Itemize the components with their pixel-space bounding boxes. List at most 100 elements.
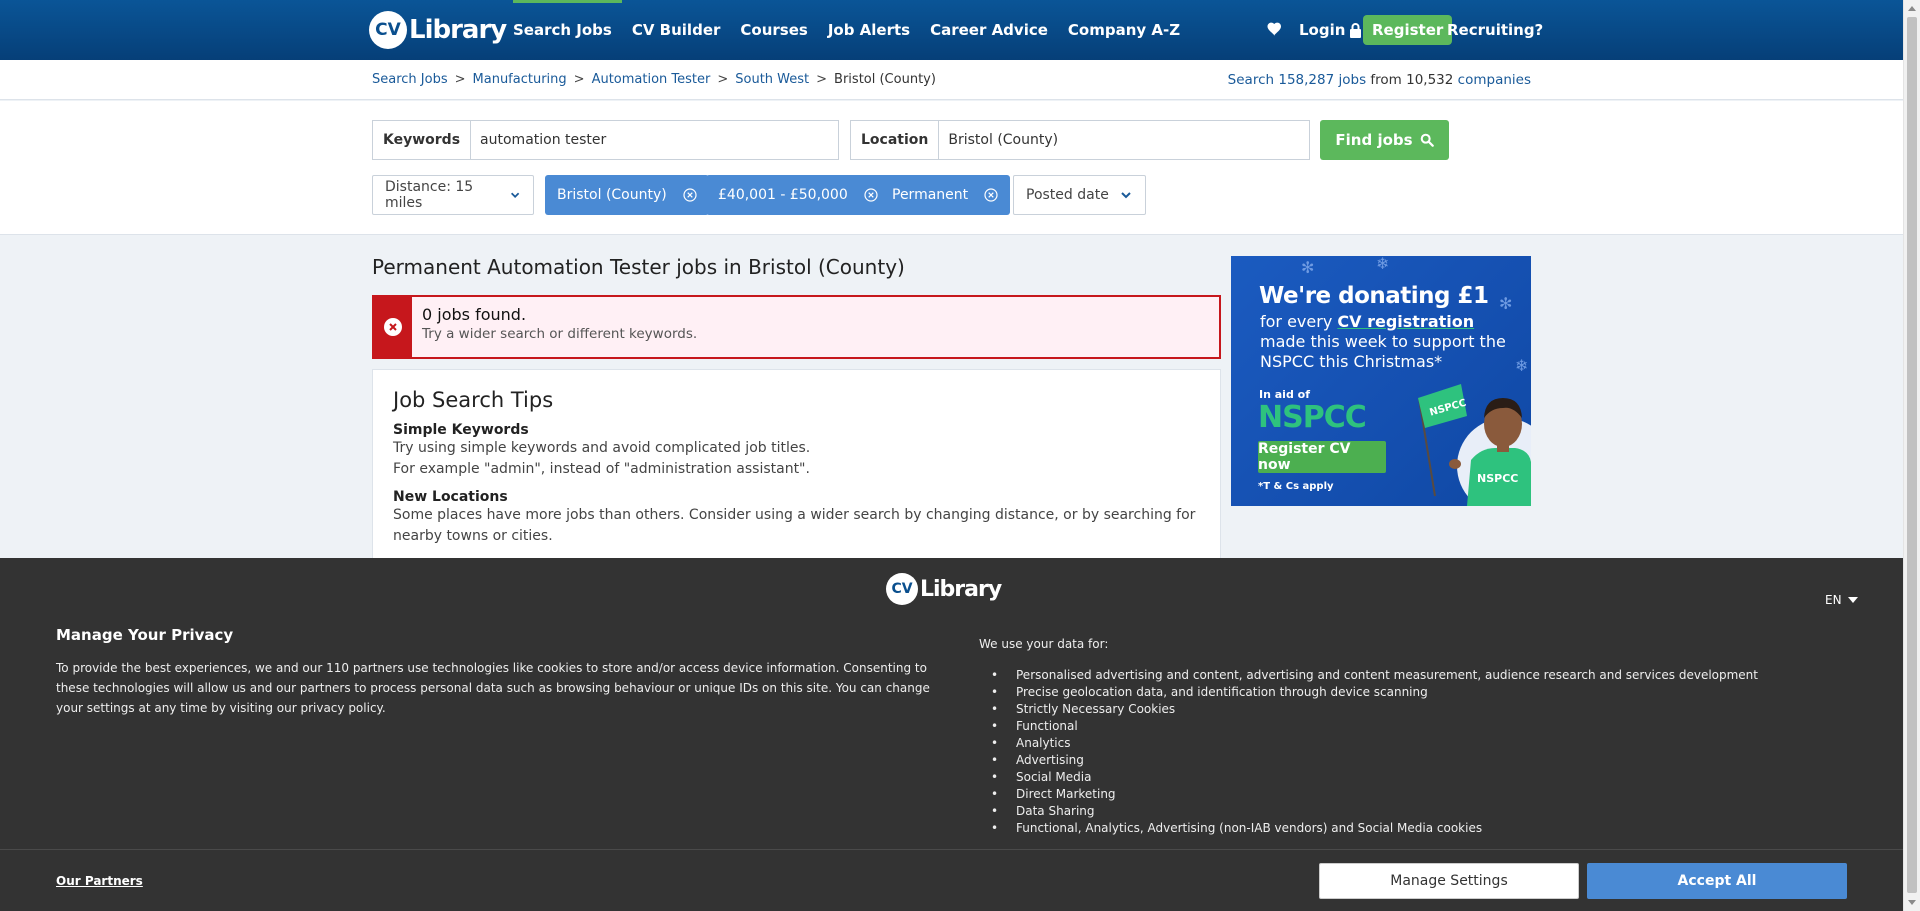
nav-career-advice[interactable]: Career Advice xyxy=(920,0,1058,60)
ad-terms: *T & Cs apply xyxy=(1258,481,1334,492)
recruiting-link[interactable]: Recruiting? xyxy=(1447,0,1543,60)
find-jobs-label: Find jobs xyxy=(1335,131,1413,149)
stats-jobs-label[interactable]: jobs xyxy=(1338,72,1366,88)
ad-copy-start: for every xyxy=(1260,312,1338,331)
tip-heading: Simple Keywords xyxy=(393,422,529,438)
job-search-tips: Job Search Tips Simple Keywords Try usin… xyxy=(372,369,1221,569)
data-use-item: Functional xyxy=(979,718,1758,735)
breadcrumb-separator: > xyxy=(816,72,828,87)
logo-word: Library xyxy=(409,15,507,45)
close-circle-icon[interactable] xyxy=(683,188,697,202)
snowflake-icon: ❄ xyxy=(1376,256,1390,273)
breadcrumb-automation-tester[interactable]: Automation Tester xyxy=(592,60,711,100)
alert-title: 0 jobs found. xyxy=(422,305,527,324)
shirt-text: NSPCC xyxy=(1477,472,1518,485)
breadcrumb: Search Jobs > Manufacturing > Automation… xyxy=(372,60,936,100)
tip-text: Try using simple keywords and avoid comp… xyxy=(393,440,811,456)
site-stats: Search 158,287 jobs from 10,532 companie… xyxy=(1228,60,1531,100)
logo-badge: CV xyxy=(886,573,918,605)
nspcc-advert[interactable]: ✻ ❄ ✻ ❄ We're donating £1 for every CV r… xyxy=(1231,256,1531,506)
cv-library-logo[interactable]: CV Library xyxy=(369,9,507,51)
our-partners-link[interactable]: Our Partners xyxy=(56,874,143,888)
tip-heading: New Locations xyxy=(393,489,508,505)
data-use-item: Social Media xyxy=(979,769,1758,786)
manage-settings-button[interactable]: Manage Settings xyxy=(1319,863,1579,899)
scroll-up-arrow[interactable] xyxy=(1908,6,1916,11)
ad-copy: for every CV registration made this week… xyxy=(1260,312,1510,372)
location-input[interactable] xyxy=(939,121,1309,159)
data-use-item: Precise geolocation data, and identifica… xyxy=(979,684,1758,701)
filter-chip-salary[interactable]: £40,001 - £50,000 xyxy=(706,175,890,215)
filter-chip-job-type[interactable]: Permanent xyxy=(880,175,1011,215)
privacy-banner: CV Library EN Manage Your Privacy To pro… xyxy=(0,558,1903,911)
breadcrumb-separator: > xyxy=(454,72,466,87)
nav-job-alerts[interactable]: Job Alerts xyxy=(818,0,920,60)
snowflake-icon: ✻ xyxy=(1499,294,1513,313)
search-icon xyxy=(1420,133,1434,147)
chip-label: Permanent xyxy=(892,187,969,203)
close-circle-icon[interactable] xyxy=(984,188,998,202)
data-uses-list: Personalised advertising and content, ad… xyxy=(979,667,1758,837)
location-field: Location xyxy=(850,120,1310,160)
close-circle-icon[interactable] xyxy=(864,188,878,202)
breadcrumb-current: Bristol (County) xyxy=(834,72,936,87)
alert-subtitle: Try a wider search or different keywords… xyxy=(422,326,698,342)
find-jobs-button[interactable]: Find jobs xyxy=(1320,120,1449,160)
chip-label: £40,001 - £50,000 xyxy=(718,187,848,203)
distance-filter[interactable]: Distance: 15 miles xyxy=(372,175,534,215)
tips-title: Job Search Tips xyxy=(393,388,554,412)
nav-cv-builder[interactable]: CV Builder xyxy=(622,0,731,60)
logo-badge: CV xyxy=(369,11,407,49)
child-with-flag-illustration: NSPCC NSPCC xyxy=(1418,384,1531,506)
chevron-down-icon xyxy=(1121,192,1131,199)
posted-date-label: Posted date xyxy=(1026,187,1109,203)
breadcrumb-separator: > xyxy=(573,72,585,87)
register-button[interactable]: Register xyxy=(1363,15,1453,45)
stats-jobs-count[interactable]: 158,287 xyxy=(1278,72,1334,88)
scroll-thumb[interactable] xyxy=(1907,17,1917,893)
nav-courses[interactable]: Courses xyxy=(730,0,817,60)
language-selector[interactable]: EN xyxy=(1825,593,1858,607)
privacy-text: To provide the best experiences, we and … xyxy=(56,661,930,715)
keywords-field: Keywords xyxy=(372,120,839,160)
alert-body: 0 jobs found. Try a wider search or diff… xyxy=(412,297,707,357)
lock-icon xyxy=(1350,23,1362,38)
breadcrumb-south-west[interactable]: South West xyxy=(735,60,809,100)
error-icon xyxy=(384,318,402,336)
scroll-down-arrow[interactable] xyxy=(1908,900,1916,905)
posted-date-filter[interactable]: Posted date xyxy=(1013,175,1146,215)
heart-icon[interactable] xyxy=(1266,20,1284,38)
data-use-item: Analytics xyxy=(979,735,1758,752)
accept-all-button[interactable]: Accept All xyxy=(1587,863,1847,899)
nspcc-logo: NSPCC xyxy=(1258,400,1367,435)
filter-chip-location[interactable]: Bristol (County) xyxy=(545,175,709,215)
data-use-item: Direct Marketing xyxy=(979,786,1758,803)
keywords-input[interactable] xyxy=(471,121,838,159)
nav-company-a-z[interactable]: Company A-Z xyxy=(1058,0,1190,60)
breadcrumb-search-jobs[interactable]: Search Jobs xyxy=(372,60,448,100)
data-uses-title: We use your data for: xyxy=(979,637,1109,651)
caret-down-icon xyxy=(1847,597,1858,603)
tip-text: For example "admin", instead of "adminis… xyxy=(393,461,810,477)
keywords-label: Keywords xyxy=(373,121,472,159)
vertical-scrollbar[interactable] xyxy=(1903,0,1920,911)
ad-copy-highlight: CV registration xyxy=(1337,312,1475,331)
data-use-item: Functional, Analytics, Advertising (non-… xyxy=(979,820,1758,837)
data-use-item: Strictly Necessary Cookies xyxy=(979,701,1758,718)
register-cv-button[interactable]: Register CV now xyxy=(1258,441,1386,473)
nav-search-jobs[interactable]: Search Jobs xyxy=(503,0,622,60)
privacy-title: Manage Your Privacy xyxy=(56,626,234,644)
login-label: Login xyxy=(1299,21,1346,39)
search-panel: Keywords Location Find jobs Distance: 15… xyxy=(0,101,1903,235)
distance-label: Distance: 15 miles xyxy=(385,179,474,211)
ad-headline: We're donating £1 xyxy=(1259,283,1489,309)
breadcrumb-manufacturing[interactable]: Manufacturing xyxy=(473,60,567,100)
stats-companies-label[interactable]: companies xyxy=(1458,72,1531,88)
page-title: Permanent Automation Tester jobs in Bris… xyxy=(372,255,905,279)
divider xyxy=(0,849,1903,850)
ad-copy-rest: made this week to support the NSPCC this… xyxy=(1260,332,1506,371)
no-results-alert: 0 jobs found. Try a wider search or diff… xyxy=(372,295,1221,359)
main-nav: Search Jobs CV Builder Courses Job Alert… xyxy=(503,0,1190,60)
login-link[interactable]: Login xyxy=(1299,0,1362,60)
stats-prefix[interactable]: Search xyxy=(1228,72,1274,88)
